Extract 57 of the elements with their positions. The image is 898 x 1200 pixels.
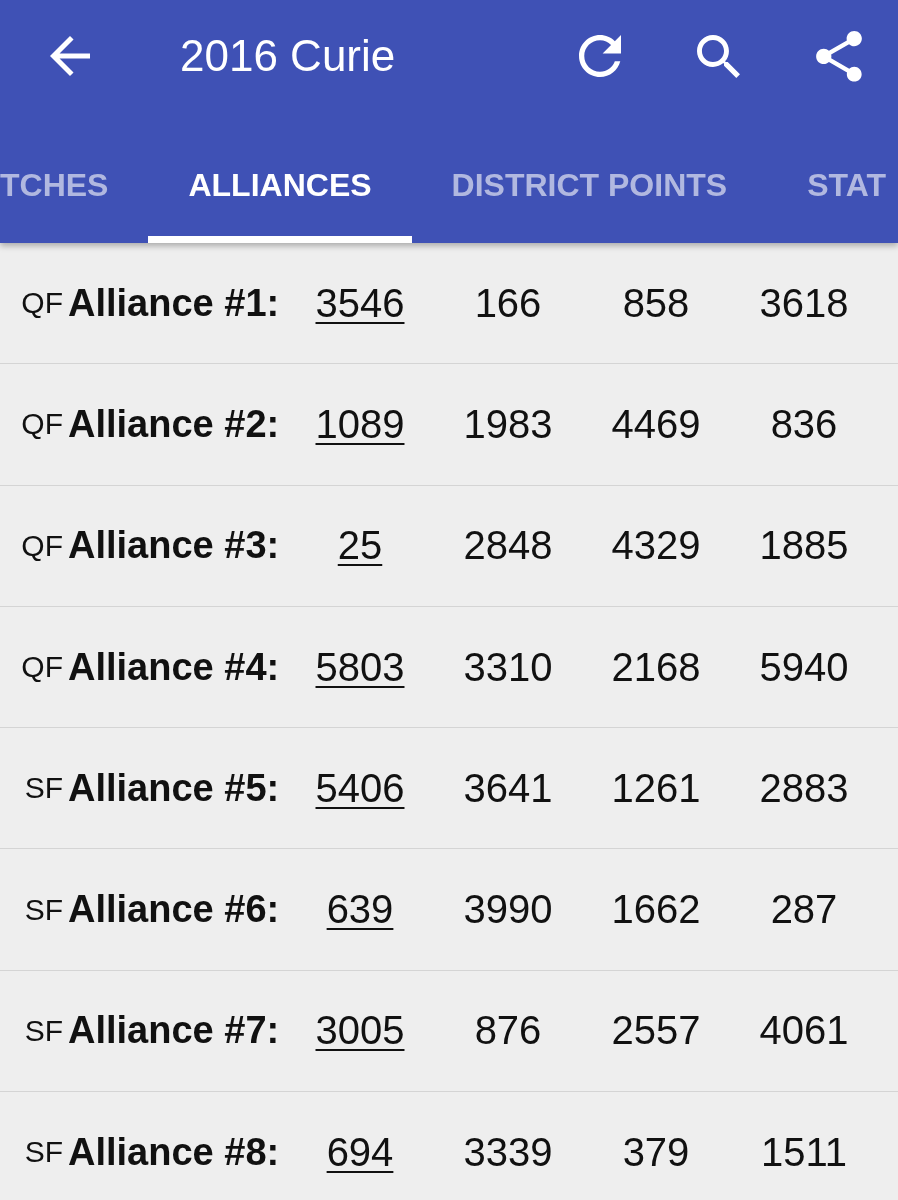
alliance-name: Alliance #7: bbox=[68, 1009, 281, 1053]
alliance-name: Alliance #1: bbox=[68, 281, 281, 325]
alliance-name: Alliance #5: bbox=[68, 766, 281, 810]
round-label: SF bbox=[24, 892, 63, 927]
alliance-name: Alliance #6: bbox=[68, 888, 281, 932]
tab[interactable]: STAT bbox=[767, 112, 898, 243]
team-number: 4061 bbox=[759, 1008, 849, 1054]
share-icon bbox=[816, 30, 862, 82]
team-link[interactable]: 5803 bbox=[315, 644, 405, 690]
team-number: 4469 bbox=[611, 401, 701, 447]
round-label: SF bbox=[24, 1013, 63, 1048]
alliance-name: Alliance #2: bbox=[68, 402, 281, 446]
round-label: QF bbox=[21, 528, 63, 563]
team-number: 1511 bbox=[761, 1129, 847, 1175]
team-number: 1983 bbox=[463, 401, 553, 447]
team-link[interactable]: 1089 bbox=[315, 401, 405, 447]
team-number: 2883 bbox=[759, 765, 849, 811]
tab[interactable]: DISTRICT POINTS bbox=[411, 112, 768, 243]
alliance-name: Alliance #3: bbox=[68, 524, 281, 568]
round-label: QF bbox=[21, 650, 63, 685]
team-link[interactable]: 25 bbox=[337, 523, 383, 569]
team-number: 876 bbox=[474, 1008, 542, 1054]
round-label: SF bbox=[24, 771, 63, 806]
event-title: 2016 Curie bbox=[180, 31, 396, 81]
team-number: 3339 bbox=[463, 1129, 553, 1175]
team-number: 3618 bbox=[759, 280, 849, 326]
team-number: 287 bbox=[770, 887, 838, 933]
team-number: 379 bbox=[622, 1129, 690, 1175]
team-link[interactable]: 3546 bbox=[315, 280, 405, 326]
team-number: 3641 bbox=[463, 765, 553, 811]
search-icon bbox=[697, 34, 740, 78]
refresh-icon bbox=[579, 35, 621, 77]
team-number: 836 bbox=[770, 401, 838, 447]
team-number: 1885 bbox=[759, 523, 849, 569]
tab[interactable]: TCHES bbox=[0, 112, 149, 243]
team-link[interactable]: 639 bbox=[326, 887, 394, 933]
round-label: QF bbox=[21, 407, 63, 442]
team-number: 2168 bbox=[611, 644, 701, 690]
team-link[interactable]: 3005 bbox=[315, 1008, 405, 1054]
round-label: SF bbox=[24, 1135, 63, 1170]
team-number: 3310 bbox=[463, 644, 553, 690]
team-number: 2848 bbox=[463, 523, 553, 569]
team-number: 858 bbox=[622, 280, 690, 326]
team-number: 2557 bbox=[611, 1008, 701, 1054]
team-number: 3990 bbox=[463, 887, 553, 933]
team-number: 166 bbox=[474, 280, 542, 326]
team-number: 1662 bbox=[611, 887, 701, 933]
team-number: 1261 bbox=[611, 765, 701, 811]
tab[interactable]: ALLIANCES bbox=[148, 112, 412, 243]
team-number: 5940 bbox=[759, 644, 849, 690]
team-link[interactable]: 5406 bbox=[315, 765, 405, 811]
round-label: QF bbox=[21, 286, 63, 321]
back-arrow-icon bbox=[50, 36, 90, 76]
team-number: 4329 bbox=[611, 523, 701, 569]
alliance-name: Alliance #8: bbox=[68, 1130, 281, 1174]
alliance-name: Alliance #4: bbox=[68, 645, 281, 689]
team-link[interactable]: 694 bbox=[326, 1129, 394, 1175]
